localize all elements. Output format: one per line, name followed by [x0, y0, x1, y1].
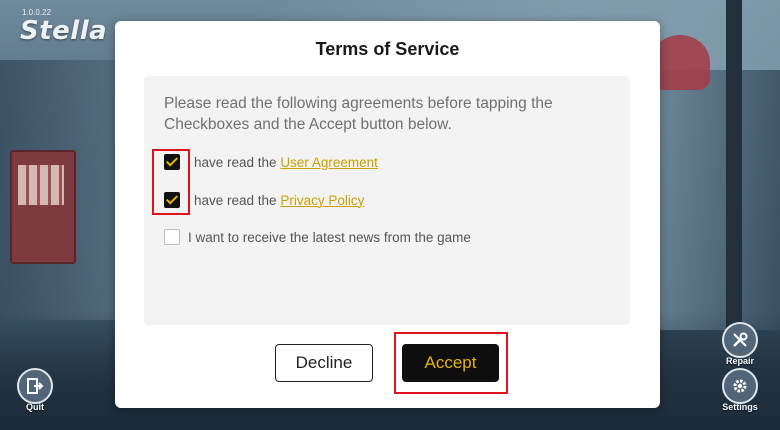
background-lamp-post	[726, 0, 742, 330]
news-opt-in-label: I want to receive the latest news from t…	[188, 229, 471, 245]
user-agreement-prefix: have read the	[194, 154, 281, 170]
background-building-right	[655, 70, 780, 330]
user-agreement-link[interactable]: User Agreement	[280, 155, 378, 170]
repair-label: Repair	[725, 356, 754, 366]
terms-dialog: Terms of Service Please read the followi…	[115, 21, 660, 408]
dialog-title: Terms of Service	[315, 39, 460, 59]
agreements-panel: Please read the following agreements bef…	[144, 76, 630, 325]
privacy-policy-checkbox[interactable]	[164, 192, 180, 208]
game-logo: Stella	[20, 16, 108, 46]
privacy-policy-row: have read the Privacy Policy	[164, 192, 364, 208]
settings-button[interactable]: Settings	[722, 368, 758, 412]
news-opt-in-checkbox[interactable]	[164, 229, 180, 245]
news-opt-in-row: I want to receive the latest news from t…	[164, 229, 471, 245]
user-agreement-row: have read the User Agreement	[164, 154, 378, 170]
quit-button[interactable]: Quit	[17, 368, 53, 412]
wrench-icon	[722, 322, 758, 358]
gear-icon	[722, 368, 758, 404]
intro-text: Please read the following agreements bef…	[164, 95, 553, 133]
privacy-policy-link[interactable]: Privacy Policy	[280, 193, 364, 208]
decline-button[interactable]: Decline	[275, 344, 373, 382]
exit-icon	[17, 368, 53, 404]
accept-button[interactable]: Accept	[402, 344, 499, 382]
settings-label: Settings	[722, 402, 758, 412]
repair-button[interactable]: Repair	[722, 322, 758, 366]
privacy-policy-prefix: have read the	[194, 192, 281, 208]
quit-label: Quit	[26, 402, 44, 412]
user-agreement-checkbox[interactable]	[164, 154, 180, 170]
background-vending-rows	[18, 165, 64, 205]
